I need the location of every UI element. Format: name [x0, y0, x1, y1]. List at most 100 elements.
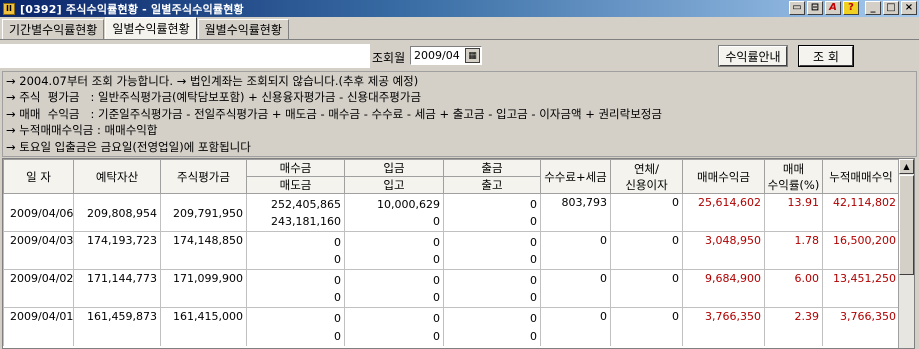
font-icon[interactable]: A — [825, 1, 841, 15]
cell-profit: 9,684,900 — [682, 269, 765, 308]
col-header-sell[interactable]: 매도금 — [246, 176, 345, 194]
cell-fee-tax: 803,793 — [540, 193, 611, 232]
col-header-overdue-line1: 연체/ — [633, 161, 660, 176]
scroll-up-icon[interactable]: ▲ — [899, 159, 914, 174]
cell-withdraw: 0 — [443, 231, 541, 251]
note-line: → 2004.07부터 조회 가능합니다. → 법인계좌는 조회되지 않습니다.… — [6, 74, 419, 88]
table-row[interactable]: 2009/04/06 209,808,954 209,791,950 252,4… — [3, 193, 900, 232]
note-line: → 누적매매수익금 : 매매수익합 — [6, 123, 158, 138]
table-row[interactable]: 2009/04/03 174,193,723 174,148,850 0 0 0… — [3, 231, 900, 270]
window-title-bar: II [0392] 주식수익률현황 - 일별주식수익률현황 ▭ ⊟ A ? _ … — [0, 0, 919, 17]
cell-stock-in: 0 — [344, 288, 444, 308]
note-line: → 토요일 입출금은 금요일(전영업일)에 포함됩니다 — [6, 139, 251, 154]
cell-rate: 13.91 — [764, 193, 823, 232]
col-header-overdue[interactable]: 연체/ 신용이자 — [610, 159, 683, 194]
tab-period-return[interactable]: 기간별수익률현황 — [2, 19, 105, 39]
cell-cum-profit: 3,766,350 — [822, 307, 900, 346]
cell-deposit-in: 0 — [344, 307, 444, 327]
col-header-date[interactable]: 일 자 — [3, 159, 74, 194]
restore-layout-icon[interactable]: ▭ — [789, 1, 805, 15]
vertical-scrollbar[interactable]: ▲ — [898, 159, 914, 348]
cell-sell: 0 — [246, 250, 345, 270]
cell-rate: 1.78 — [764, 231, 823, 270]
cell-deposit-in: 10,000,629 — [344, 193, 444, 213]
cell-stock-out: 0 — [443, 326, 541, 346]
cell-stock-out: 0 — [443, 212, 541, 232]
cell-stock-in: 0 — [344, 250, 444, 270]
cell-withdraw: 0 — [443, 307, 541, 327]
month-input[interactable]: 2009/04 ▦ — [410, 46, 482, 65]
scroll-thumb[interactable] — [899, 175, 914, 275]
close-button[interactable]: × — [901, 1, 917, 15]
cell-deposit: 174,193,723 — [73, 231, 161, 270]
cell-overdue: 0 — [610, 269, 683, 308]
note-line: → 주식 평가금 : 일반주식평가금(예탁담보포함) + 신용융자평가금 - 신… — [6, 90, 422, 105]
notes-panel: → 2004.07부터 조회 가능합니다. → 법인계좌는 조회되지 않습니다.… — [2, 71, 917, 157]
cell-deposit-in: 0 — [344, 269, 444, 289]
cell-date: 2009/04/06 — [3, 193, 74, 232]
col-header-rate-line2: 수익률(%) — [767, 177, 820, 192]
account-area — [0, 44, 370, 68]
cell-sell: 243,181,160 — [246, 212, 345, 232]
col-header-stock-out[interactable]: 출고 — [443, 176, 541, 194]
cell-deposit: 209,808,954 — [73, 193, 161, 232]
cell-stock-out: 0 — [443, 288, 541, 308]
cell-deposit: 161,459,873 — [73, 307, 161, 346]
window-title: [0392] 주식수익률현황 - 일별주식수익률현황 — [20, 2, 244, 16]
window-controls: ▭ ⊟ A ? _ □ × — [789, 1, 917, 15]
return-guide-button[interactable]: 수익률안내 — [718, 45, 788, 67]
cell-stock-eval: 174,148,850 — [160, 231, 247, 270]
table-row[interactable]: 2009/04/02 171,144,773 171,099,900 0 0 0… — [3, 269, 900, 308]
cell-fee-tax: 0 — [540, 269, 611, 308]
cell-stock-in: 0 — [344, 326, 444, 346]
cell-cum-profit: 16,500,200 — [822, 231, 900, 270]
col-header-stock-in[interactable]: 입고 — [344, 176, 444, 194]
cell-stock-out: 0 — [443, 250, 541, 270]
cell-overdue: 0 — [610, 307, 683, 346]
cell-stock-in: 0 — [344, 212, 444, 232]
cell-overdue: 0 — [610, 231, 683, 270]
tab-monthly-return[interactable]: 월별수익률현황 — [197, 19, 289, 39]
col-header-rate-line1: 매매 — [782, 161, 805, 176]
col-header-fee-tax[interactable]: 수수료+세금 — [540, 159, 611, 194]
cell-stock-eval: 209,791,950 — [160, 193, 247, 232]
cell-withdraw: 0 — [443, 269, 541, 289]
cell-date: 2009/04/03 — [3, 231, 74, 270]
search-button[interactable]: 조 회 — [798, 45, 854, 67]
search-row: 조회월 2009/04 ▦ 수익률안내 조 회 — [0, 41, 919, 70]
cell-rate: 2.39 — [764, 307, 823, 346]
cell-withdraw: 0 — [443, 193, 541, 213]
cell-sell: 0 — [246, 288, 345, 308]
cell-buy: 252,405,865 — [246, 193, 345, 213]
app-icon: II — [3, 2, 15, 15]
col-header-deposit[interactable]: 예탁자산 — [73, 159, 161, 194]
col-header-buy[interactable]: 매수금 — [246, 159, 345, 177]
cell-date: 2009/04/01 — [3, 307, 74, 346]
cell-buy: 0 — [246, 231, 345, 251]
help-icon[interactable]: ? — [843, 1, 859, 15]
minimize-button[interactable]: _ — [865, 1, 881, 15]
cell-overdue: 0 — [610, 193, 683, 232]
col-header-withdraw[interactable]: 출금 — [443, 159, 541, 177]
cell-deposit-in: 0 — [344, 231, 444, 251]
cell-deposit: 171,144,773 — [73, 269, 161, 308]
col-header-rate[interactable]: 매매 수익률(%) — [764, 159, 823, 194]
table-row[interactable]: 2009/04/01 161,459,873 161,415,000 0 0 0… — [3, 307, 900, 346]
maximize-button[interactable]: □ — [883, 1, 899, 15]
calendar-icon[interactable]: ▦ — [465, 48, 480, 63]
cell-stock-eval: 171,099,900 — [160, 269, 247, 308]
tab-daily-return[interactable]: 일별수익률현황 — [105, 17, 197, 39]
cell-buy: 0 — [246, 307, 345, 327]
cell-fee-tax: 0 — [540, 307, 611, 346]
note-line: → 매매 수익금 : 기준일주식평가금 - 전일주식평가금 + 매도금 - 매수… — [6, 106, 662, 121]
link-icon[interactable]: ⊟ — [807, 1, 823, 15]
col-header-deposit-in[interactable]: 입금 — [344, 159, 444, 177]
col-header-overdue-line2: 신용이자 — [625, 177, 668, 192]
cell-cum-profit: 42,114,802 — [822, 193, 900, 232]
col-header-profit[interactable]: 매매수익금 — [682, 159, 765, 194]
cell-fee-tax: 0 — [540, 231, 611, 270]
cell-stock-eval: 161,415,000 — [160, 307, 247, 346]
col-header-cum-profit[interactable]: 누적매매수익 — [822, 159, 900, 194]
cell-buy: 0 — [246, 269, 345, 289]
col-header-stock-eval[interactable]: 주식평가금 — [160, 159, 247, 194]
